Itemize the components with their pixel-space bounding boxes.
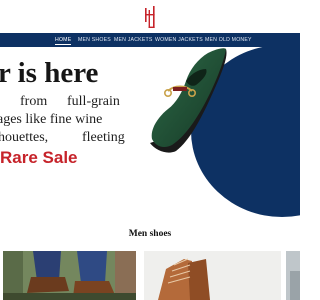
hero-banner: r is here from full-grain ages like fine… [0,47,300,218]
brown-leather-boot-photo-icon [144,251,281,300]
nav-item-men-jackets[interactable]: Men Jackets [114,33,153,47]
hero-text-word: from [20,94,48,109]
main-navbar: Home Men shoes Men Jackets Women Jackets… [0,33,300,47]
brand-logo-icon[interactable] [141,6,159,30]
hero-text-word: full-grain [67,94,120,109]
partial-product-photo-icon [286,251,300,300]
green-loafer-image-icon [146,47,230,157]
product-card[interactable] [3,251,136,300]
nav-item-home[interactable]: Home [55,33,72,47]
nav-item-women-jackets[interactable]: Women Jackets [155,33,203,47]
hero-sale-label: Rare Sale [0,148,78,167]
hero-text-word: fleeting [82,130,125,145]
hero-text-word: houettes, [0,130,49,145]
man-blue-trousers-brown-shoes-photo-icon [3,251,136,300]
nav-item-men-old-money[interactable]: Men old money [205,33,252,47]
nav-item-men-shoes[interactable]: Men shoes [78,33,111,47]
hero-title: r is here [0,57,99,89]
product-card[interactable] [144,251,281,300]
section-title: Men shoes [128,229,172,239]
product-card[interactable] [286,251,300,300]
hero-text-word: ages like fine wine [0,112,103,127]
